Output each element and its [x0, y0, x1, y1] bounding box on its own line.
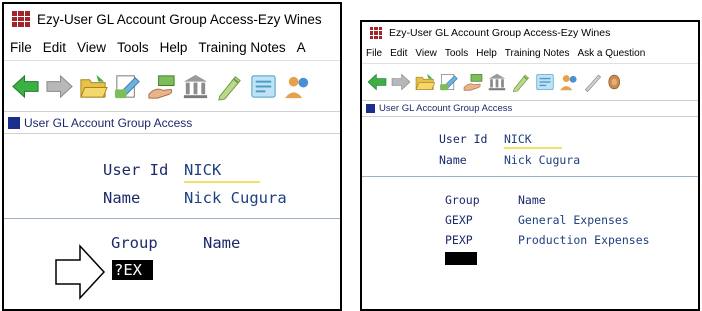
- ribbon-square-icon: [366, 104, 375, 113]
- ribbon-label: User GL Account Group Access: [379, 103, 513, 114]
- menu-training-notes[interactable]: Training Notes: [505, 48, 570, 59]
- table-row-group[interactable]: PEXP: [445, 233, 473, 247]
- user-id-value[interactable]: NICK: [504, 132, 532, 146]
- menu-help[interactable]: Help: [160, 40, 188, 55]
- name-label: Name: [439, 153, 467, 167]
- menu-tools[interactable]: Tools: [117, 40, 149, 55]
- back-arrow-icon[interactable]: [10, 71, 41, 102]
- name-value: Nick Cugura: [184, 189, 287, 207]
- notes-icon[interactable]: [248, 71, 279, 102]
- wood-log-icon[interactable]: [606, 71, 628, 93]
- ribbon-square-icon: [8, 116, 20, 129]
- name-column-header: Name: [518, 193, 546, 207]
- users-icon[interactable]: [558, 71, 580, 93]
- hand-money-icon[interactable]: [146, 71, 177, 102]
- bank-icon[interactable]: [486, 71, 508, 93]
- name-label: Name: [103, 189, 141, 207]
- group-column-header: Group: [445, 193, 480, 207]
- menu-view[interactable]: View: [77, 40, 106, 55]
- ribbon-label: User GL Account Group Access: [24, 115, 193, 130]
- document-edit-icon[interactable]: [112, 71, 143, 102]
- name-value: Nick Cugura: [504, 153, 581, 167]
- notes-icon[interactable]: [534, 71, 556, 93]
- toolbar: [362, 63, 698, 101]
- menu-bar: File Edit View Tools Help Training Notes…: [4, 34, 340, 60]
- menu-help[interactable]: Help: [476, 48, 497, 59]
- left-window: Ezy-User GL Account Group Access-Ezy Win…: [2, 2, 342, 311]
- pencil-document-icon[interactable]: [214, 71, 245, 102]
- pointer-arrow-icon: [55, 244, 106, 300]
- menu-bar: File Edit View Tools Help Training Notes…: [362, 44, 698, 63]
- user-id-underline: [504, 147, 562, 149]
- right-window: Ezy-User GL Account Group Access-Ezy Win…: [360, 20, 700, 311]
- pencil-document-icon[interactable]: [510, 71, 532, 93]
- toolbar: [4, 60, 340, 112]
- form-ribbon: User GL Account Group Access: [362, 101, 698, 117]
- menu-tools[interactable]: Tools: [445, 48, 468, 59]
- app-icon: [12, 11, 30, 27]
- pen-icon[interactable]: [582, 71, 604, 93]
- menu-edit[interactable]: Edit: [390, 48, 407, 59]
- open-folder-icon[interactable]: [414, 71, 436, 93]
- menu-file[interactable]: File: [366, 48, 382, 59]
- window-title: Ezy-User GL Account Group Access-Ezy Win…: [37, 11, 322, 27]
- title-bar: Ezy-User GL Account Group Access-Ezy Win…: [4, 4, 340, 34]
- users-icon[interactable]: [282, 71, 313, 102]
- user-id-value[interactable]: NICK: [184, 161, 221, 179]
- group-column-header: Group: [111, 234, 158, 252]
- name-column-header: Name: [203, 234, 241, 252]
- bank-icon[interactable]: [180, 71, 211, 102]
- menu-file[interactable]: File: [10, 40, 32, 55]
- user-id-label: User Id: [439, 132, 488, 146]
- group-input[interactable]: [445, 252, 477, 265]
- menu-ask-a-question[interactable]: A: [297, 40, 306, 55]
- group-input[interactable]: ?EX: [112, 260, 153, 280]
- window-title: Ezy-User GL Account Group Access-Ezy Win…: [389, 27, 611, 39]
- forward-arrow-icon[interactable]: [44, 71, 75, 102]
- header-separator: [362, 176, 698, 177]
- hand-money-icon[interactable]: [462, 71, 484, 93]
- forward-arrow-icon[interactable]: [390, 71, 412, 93]
- app-icon: [370, 27, 382, 39]
- user-id-label: User Id: [103, 161, 169, 179]
- title-bar: Ezy-User GL Account Group Access-Ezy Win…: [362, 22, 698, 44]
- menu-edit[interactable]: Edit: [43, 40, 66, 55]
- table-row-name: General Expenses: [518, 213, 629, 227]
- form-area: User Id NICK Name Nick Cugura Group Name…: [362, 117, 698, 307]
- header-separator: [4, 218, 340, 219]
- menu-training-notes[interactable]: Training Notes: [198, 40, 285, 55]
- open-folder-icon[interactable]: [78, 71, 109, 102]
- back-arrow-icon[interactable]: [366, 71, 388, 93]
- table-row-name: Production Expenses: [518, 233, 650, 247]
- document-edit-icon[interactable]: [438, 71, 460, 93]
- form-area: User Id NICK Name Nick Cugura Group Name…: [4, 134, 340, 309]
- user-id-underline: [184, 181, 260, 183]
- menu-view[interactable]: View: [415, 48, 437, 59]
- table-row-group[interactable]: GEXP: [445, 213, 473, 227]
- form-ribbon: User GL Account Group Access: [4, 112, 340, 134]
- menu-ask-a-question[interactable]: Ask a Question: [577, 48, 645, 59]
